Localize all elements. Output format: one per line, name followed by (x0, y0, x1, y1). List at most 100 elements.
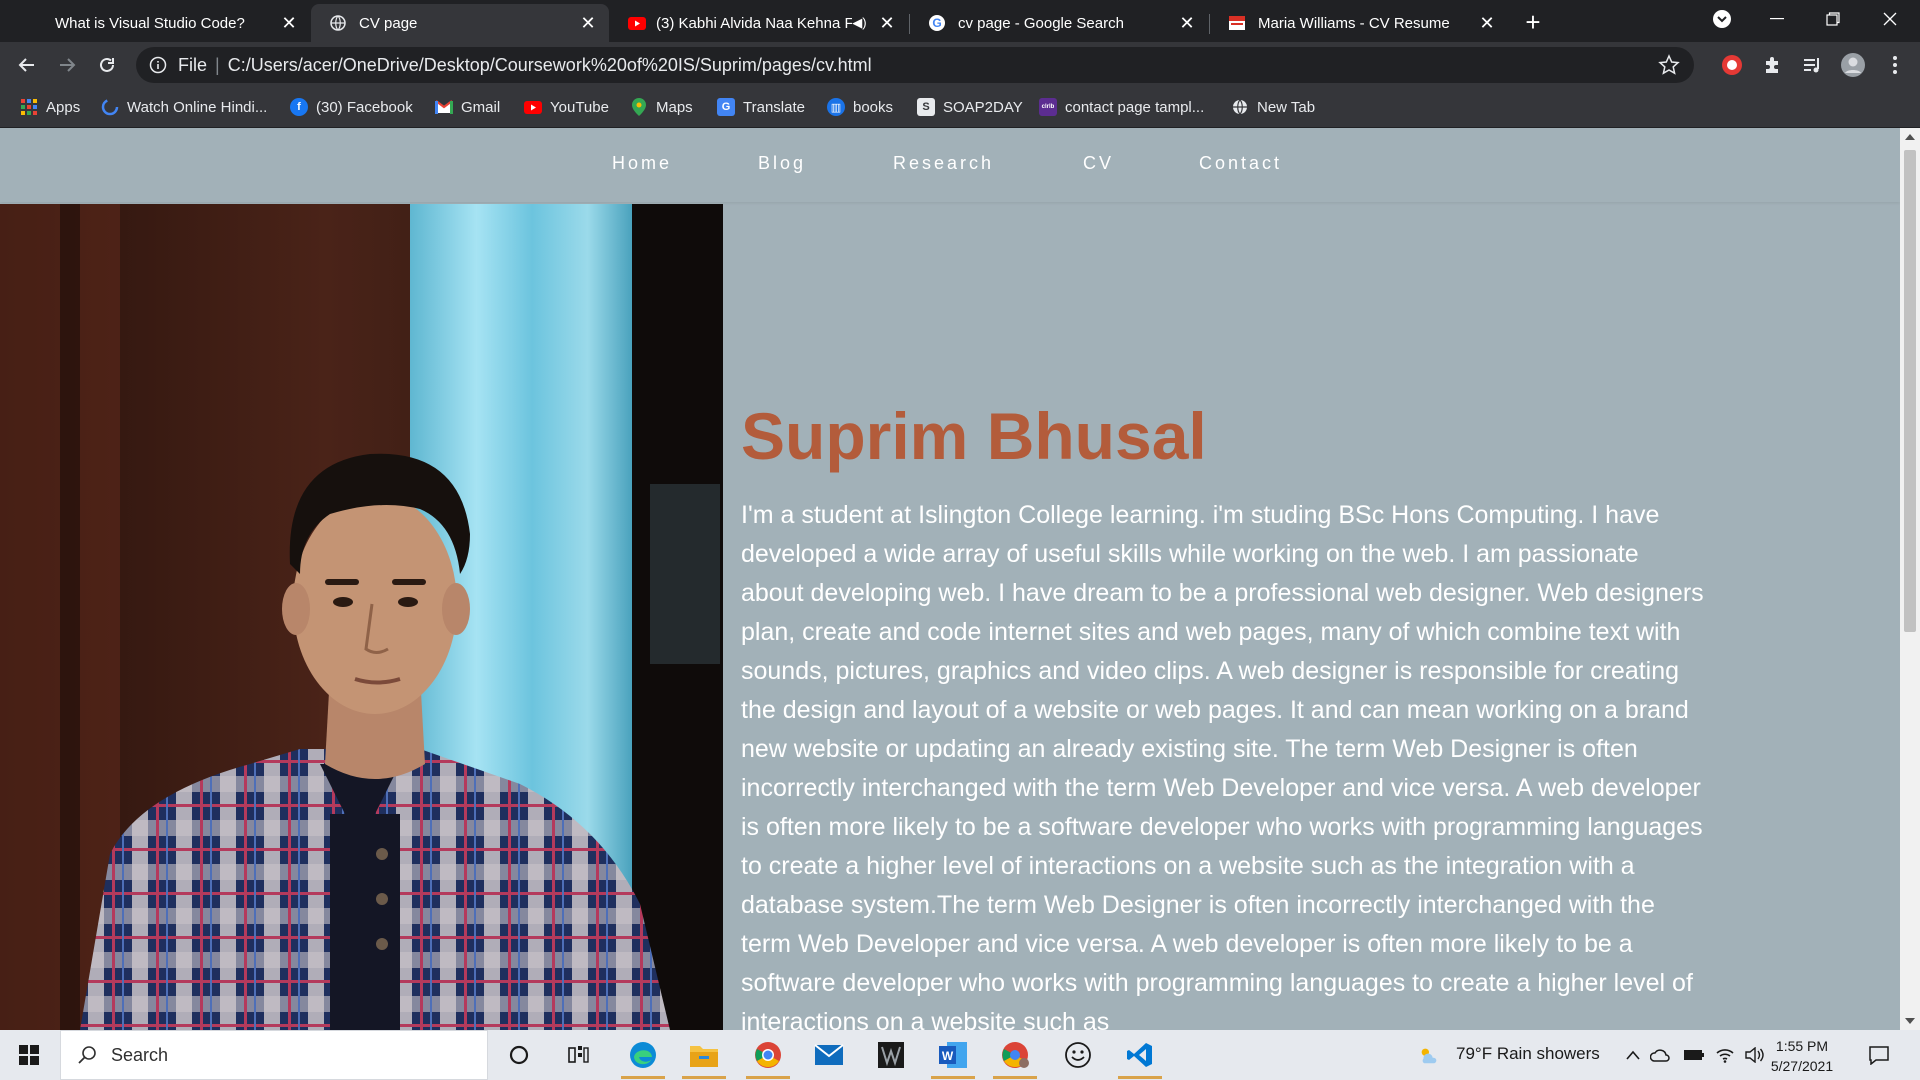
tab-youtube[interactable]: (3) Kabhi Alvida Naa Kehna F ◀) ✕ (610, 4, 908, 42)
close-window-button[interactable] (1862, 0, 1918, 38)
start-button[interactable] (0, 1030, 58, 1080)
weather-icon[interactable] (1418, 1044, 1440, 1066)
volume-icon[interactable] (1743, 1044, 1765, 1066)
predator-sense-icon (878, 1042, 904, 1068)
close-tab-icon[interactable]: ✕ (1476, 12, 1498, 34)
bookmarks-bar: Apps Watch Online Hindi... f (30) Facebo… (0, 87, 1920, 128)
windows-taskbar: Search W 79°F Rain showers 1:55 PM 5/27/… (0, 1030, 1920, 1080)
site-nav: Home Blog Research CV Contact (0, 128, 1900, 202)
playlist-icon (1804, 58, 1819, 73)
maps-pin-icon (630, 98, 648, 116)
taskbar-clock[interactable]: 1:55 PM 5/27/2021 (1770, 1036, 1834, 1076)
close-tab-icon[interactable]: ✕ (1176, 12, 1198, 34)
profile-avatar[interactable] (1838, 50, 1868, 80)
scroll-up-arrow-icon[interactable] (1900, 128, 1920, 146)
bookmark-facebook[interactable]: f (30) Facebook (290, 95, 413, 119)
nav-blog-link[interactable]: Blog (758, 153, 806, 174)
tab-vscode[interactable]: What is Visual Studio Code? ✕ (0, 4, 310, 42)
cortana-button[interactable] (489, 1030, 549, 1080)
scroll-down-arrow-icon[interactable] (1900, 1012, 1920, 1030)
bookmark-translate[interactable]: G Translate (717, 95, 805, 119)
bookmark-star-icon[interactable] (1658, 54, 1680, 76)
tab-search-button[interactable] (1694, 0, 1750, 38)
edge-icon (630, 1042, 656, 1068)
search-placeholder: Search (111, 1044, 169, 1065)
media-control-button[interactable] (1797, 50, 1827, 80)
profile-photo (0, 204, 723, 1030)
bookmark-youtube[interactable]: YouTube (524, 95, 609, 119)
taskbar-mail[interactable] (799, 1030, 859, 1080)
minimize-button[interactable] (1749, 0, 1805, 38)
page-viewport: Home Blog Research CV Contact Suprim Bhu… (0, 128, 1900, 1030)
forward-button[interactable] (52, 50, 82, 80)
close-tab-icon[interactable]: ✕ (278, 12, 300, 34)
chrome-icon (755, 1042, 781, 1068)
chrome-profile-icon (1002, 1042, 1029, 1068)
resume-icon (1228, 14, 1246, 32)
taskbar-edge[interactable] (613, 1030, 673, 1080)
bookmark-new-tab[interactable]: New Tab (1231, 95, 1315, 119)
bookmark-apps[interactable]: Apps (20, 95, 80, 119)
scheme-separator: | (215, 54, 220, 75)
smiley-icon (1065, 1042, 1091, 1068)
bookmark-label: SOAP2DAY (943, 98, 1023, 116)
taskbar-search-box[interactable]: Search (60, 1030, 488, 1080)
search-icon (77, 1045, 97, 1065)
avatar-icon (1841, 53, 1865, 77)
bookmark-contact-page[interactable]: clrlb contact page tampl... (1039, 95, 1204, 119)
close-tab-icon[interactable]: ✕ (577, 12, 599, 34)
wifi-icon[interactable] (1714, 1044, 1736, 1066)
bookmark-maps[interactable]: Maps (630, 95, 693, 119)
nav-contact-link[interactable]: Contact (1199, 153, 1282, 174)
extension-record-button[interactable] (1717, 50, 1747, 80)
tab-maria-williams[interactable]: Maria Williams - CV Resume ✕ (1210, 4, 1508, 42)
taskbar-file-explorer[interactable] (674, 1030, 734, 1080)
nav-home-link[interactable]: Home (612, 153, 672, 174)
battery-icon[interactable] (1683, 1044, 1705, 1066)
close-tab-icon[interactable]: ✕ (876, 12, 898, 34)
bookmark-books[interactable]: ▥ books (827, 95, 893, 119)
bookmark-label: Apps (46, 98, 81, 116)
nav-research-link[interactable]: Research (893, 153, 994, 174)
bookmark-gmail[interactable]: Gmail (435, 95, 500, 119)
task-view-button[interactable] (549, 1030, 609, 1080)
profile-name-heading: Suprim Bhusal (741, 399, 1207, 473)
bookmark-watch-online[interactable]: Watch Online Hindi... (101, 95, 267, 119)
globe-icon (1231, 98, 1249, 116)
taskbar-vscode[interactable] (1110, 1030, 1170, 1080)
bookmark-label: Gmail (461, 98, 501, 116)
reload-button[interactable] (92, 50, 122, 80)
taskbar-chrome[interactable] (738, 1030, 798, 1080)
address-bar[interactable]: File | C:/Users/acer/OneDrive/Desktop/Co… (136, 47, 1694, 83)
translate-icon: G (717, 98, 735, 116)
weather-text[interactable]: 79°F Rain showers (1456, 1044, 1600, 1064)
url-text[interactable]: C:/Users/acer/OneDrive/Desktop/Coursewor… (228, 55, 872, 76)
svg-text:G: G (932, 16, 941, 30)
taskbar-predator[interactable] (861, 1030, 921, 1080)
page-scrollbar[interactable] (1900, 128, 1920, 1030)
info-icon[interactable] (148, 55, 168, 75)
back-button[interactable] (12, 50, 42, 80)
speaker-icon[interactable]: ◀) (852, 15, 870, 31)
tab-google-search[interactable]: G cv page - Google Search ✕ (910, 4, 1208, 42)
chevron-up-icon[interactable] (1622, 1044, 1644, 1066)
restore-button[interactable] (1805, 0, 1861, 38)
tab-title: (3) Kabhi Alvida Naa Kehna F (656, 14, 853, 32)
scrollbar-thumb[interactable] (1904, 150, 1916, 632)
google-icon: G (928, 14, 946, 32)
notification-center-icon[interactable] (1868, 1044, 1890, 1066)
new-tab-button[interactable]: + (1519, 7, 1547, 37)
profile-bio-text: I'm a student at Islington College learn… (741, 501, 1704, 1030)
nav-cv-link[interactable]: CV (1083, 153, 1114, 174)
youtube-icon (524, 98, 542, 116)
browser-menu-button[interactable] (1880, 50, 1910, 80)
onedrive-cloud-icon[interactable] (1649, 1044, 1671, 1066)
taskbar-chrome-profile[interactable] (985, 1030, 1045, 1080)
bookmark-soap2day[interactable]: S SOAP2DAY (917, 95, 1023, 119)
globe-icon (329, 14, 347, 32)
taskbar-word[interactable]: W (923, 1030, 983, 1080)
tab-cv-page[interactable]: CV page ✕ (311, 4, 609, 42)
extensions-button[interactable] (1757, 50, 1787, 80)
taskbar-emoji-app[interactable] (1048, 1030, 1108, 1080)
puzzle-icon (1766, 57, 1778, 73)
